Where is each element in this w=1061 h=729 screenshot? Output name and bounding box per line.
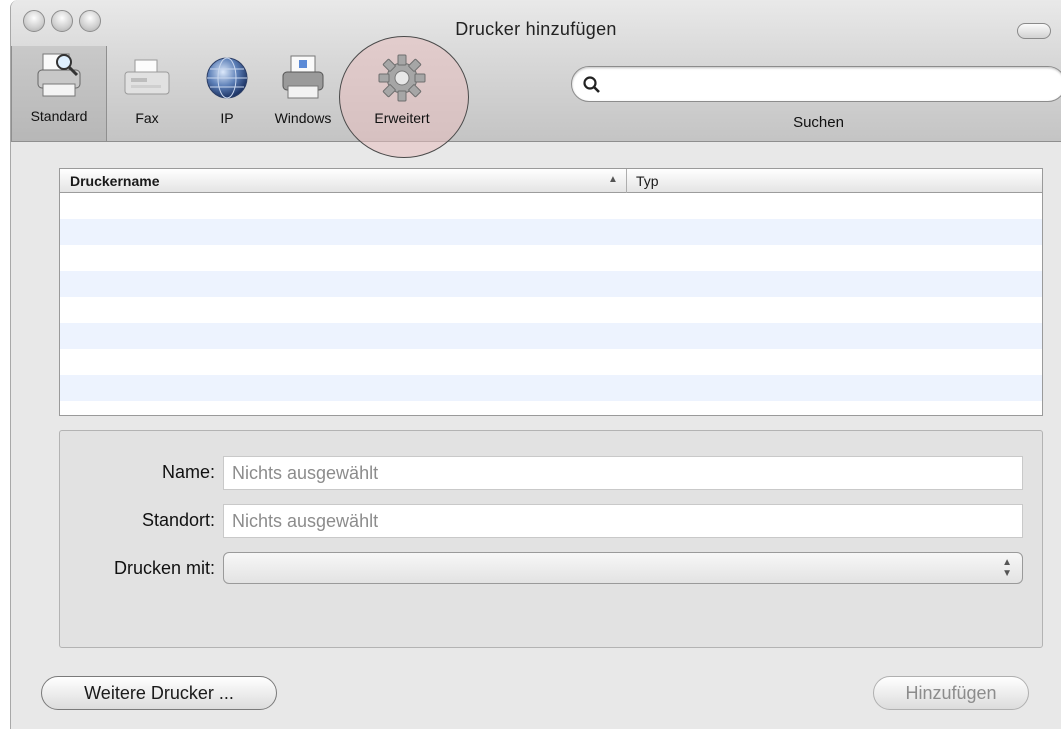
globe-icon	[201, 52, 253, 104]
printer-search-icon	[33, 50, 85, 102]
toolbar-label-fax: Fax	[135, 110, 159, 126]
toolbar-windows[interactable]: Windows	[263, 52, 343, 126]
fax-icon	[121, 52, 173, 104]
gear-icon	[376, 52, 428, 104]
toolbar-label-windows: Windows	[274, 110, 332, 126]
windows-printer-icon	[277, 52, 329, 104]
printer-list-table[interactable]: Druckername ▲ Typ	[59, 168, 1043, 416]
more-printers-button[interactable]: Weitere Drucker ...	[41, 676, 277, 710]
toolbar-fax[interactable]: Fax	[119, 52, 175, 126]
table-row	[60, 193, 1042, 219]
toolbar-area: Drucker hinzufügen Standard Fax IP Windo…	[11, 0, 1061, 158]
toolbar-standard[interactable]: Standard	[11, 46, 107, 142]
toolbar-label-ip: IP	[220, 110, 234, 126]
table-header: Druckername ▲ Typ	[60, 169, 1042, 193]
search-field[interactable]	[571, 66, 1061, 102]
name-field[interactable]: Nichts ausgewählt	[223, 456, 1023, 490]
print-with-popup[interactable]: ▲ ▼	[223, 552, 1023, 584]
column-header-druckername[interactable]: Druckername	[70, 173, 160, 189]
search-icon	[583, 76, 600, 93]
location-label: Standort:	[141, 510, 215, 530]
add-button[interactable]: Hinzufügen	[873, 676, 1029, 710]
toolbar-ip[interactable]: IP	[197, 52, 257, 126]
search-label: Suchen	[793, 114, 844, 131]
window-title: Drucker hinzufügen	[455, 19, 617, 39]
table-row	[60, 297, 1042, 323]
column-divider	[626, 169, 627, 193]
table-row	[60, 219, 1042, 245]
toolbar-erweitert[interactable]: Erweitert	[357, 52, 447, 126]
location-field[interactable]: Nichts ausgewählt	[223, 504, 1023, 538]
sort-ascending-icon: ▲	[608, 174, 618, 185]
print-with-label: Drucken mit:	[113, 558, 215, 578]
table-row	[60, 323, 1042, 349]
column-header-typ[interactable]: Typ	[636, 173, 659, 189]
table-row	[60, 271, 1042, 297]
table-row	[60, 375, 1042, 401]
toolbar-label-standard: Standard	[30, 108, 88, 124]
add-printer-window: Drucker hinzufügen Standard Fax IP Windo…	[10, 0, 1061, 729]
table-row	[60, 245, 1042, 271]
chevron-updown-icon: ▲ ▼	[1002, 557, 1012, 579]
toolbar-label-erweitert: Erweitert	[374, 110, 430, 126]
name-label: Name:	[161, 462, 215, 482]
table-row	[60, 349, 1042, 375]
toolbar-toggle-button[interactable]	[1017, 23, 1051, 39]
